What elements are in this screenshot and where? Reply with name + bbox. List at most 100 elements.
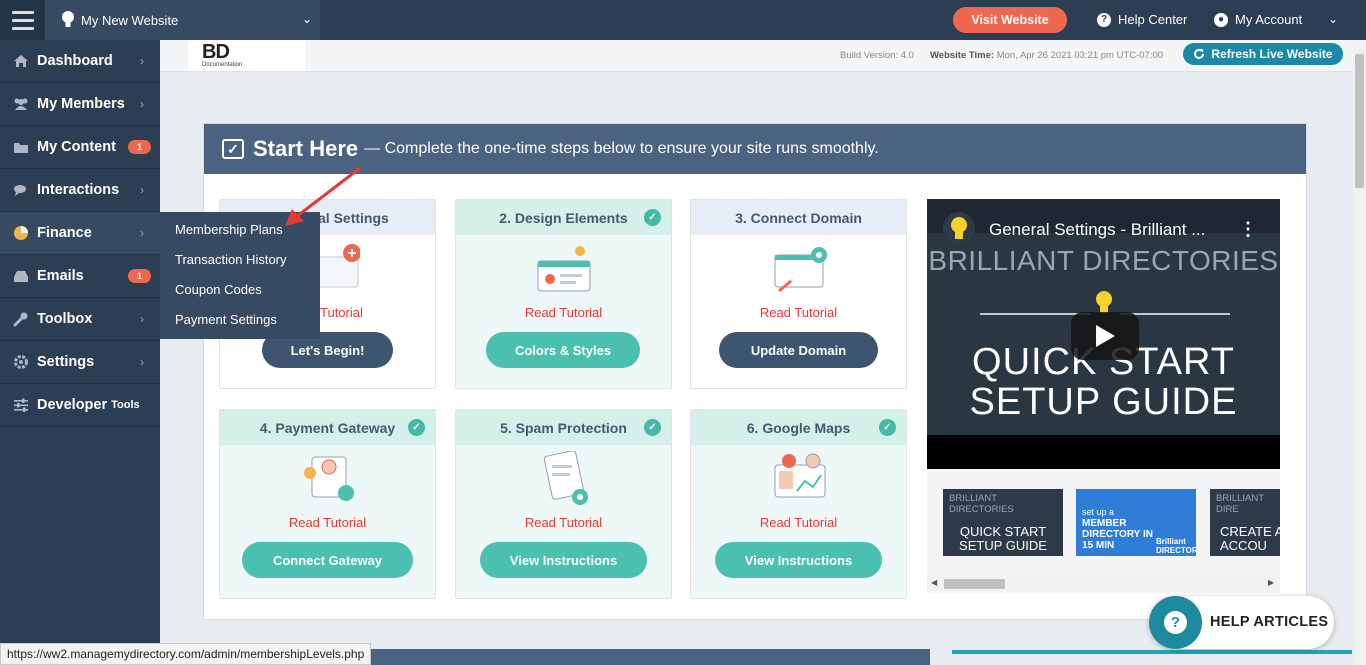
card-header: 5. Spam Protection ✓ — [456, 410, 671, 445]
submenu-item-transaction-history[interactable]: Transaction History — [160, 250, 320, 280]
play-button[interactable] — [1071, 312, 1139, 360]
sidebar-item-toolbox[interactable]: Toolbox › — [0, 298, 160, 341]
chevron-down-icon[interactable]: ⌄ — [1328, 12, 1338, 26]
sidebar-item-label: Toolbox — [37, 311, 93, 327]
user-circle-icon: ● — [1214, 12, 1228, 27]
sidebar-item-dashboard[interactable]: Dashboard › — [0, 40, 160, 83]
sidebar: Dashboard › My Members › My Content 1 In… — [0, 40, 160, 665]
setup-card-google-maps: 6. Google Maps ✓ Read Tutorial View Inst… — [690, 409, 907, 599]
video-headline: SETUP GUIDE — [969, 381, 1238, 423]
lightbulb-icon — [62, 11, 74, 27]
read-tutorial-link[interactable]: Read Tutorial — [456, 515, 671, 530]
sidebar-item-finance[interactable]: Finance › — [0, 212, 160, 255]
chevron-down-icon: ⌄ — [301, 12, 312, 26]
submenu-item-payment-settings[interactable]: Payment Settings — [160, 310, 320, 340]
sidebar-item-my-members[interactable]: My Members › — [0, 83, 160, 126]
setup-card-design-elements: 2. Design Elements ✓ Read Tutorial Color… — [455, 199, 672, 389]
next-section-accent — [952, 650, 1352, 654]
connect-gateway-button[interactable]: Connect Gateway — [242, 542, 413, 578]
sidebar-item-emails[interactable]: Emails 1 — [0, 255, 160, 298]
sidebar-item-settings[interactable]: Settings › — [0, 341, 160, 384]
scroll-left-icon[interactable]: ◀ — [931, 578, 937, 587]
refresh-icon — [1194, 48, 1205, 59]
view-instructions-button[interactable]: View Instructions — [480, 542, 647, 578]
submenu-item-membership-plans[interactable]: Membership Plans — [160, 220, 320, 250]
play-icon — [1096, 325, 1115, 347]
scrollbar-thumb[interactable] — [1355, 54, 1364, 188]
my-account-label: My Account — [1235, 12, 1303, 27]
card-body: Read Tutorial View Instructions — [691, 445, 906, 598]
card-title: 2. Design Elements — [499, 209, 628, 226]
sidebar-item-label: Interactions — [37, 182, 120, 198]
video-player[interactable]: General Settings - Brilliant ... ⋮ BRILL… — [927, 199, 1280, 469]
finance-submenu: Membership Plans Transaction History Cou… — [160, 212, 320, 339]
panel-description: — Complete the one-time steps below to e… — [364, 140, 879, 157]
card-body: Read Tutorial Connect Gateway — [220, 445, 435, 598]
hamburger-menu-icon[interactable] — [0, 0, 45, 40]
refresh-live-website-button[interactable]: Refresh Live Website — [1183, 43, 1343, 65]
read-tutorial-link[interactable]: Read Tutorial — [691, 515, 906, 530]
sidebar-item-interactions[interactable]: Interactions › — [0, 169, 160, 212]
sidebar-item-label: My Content — [37, 139, 116, 155]
help-articles-button[interactable]: ? HELP ARTICLES — [1149, 596, 1334, 649]
playlist-thumbnail[interactable]: BRILLIANT DIRECTORIES QUICK START SETUP … — [943, 489, 1063, 556]
update-domain-button[interactable]: Update Domain — [719, 332, 878, 368]
playlist-thumbnail[interactable]: set up a MEMBER DIRECTORY IN 15 MIN Bril… — [1076, 489, 1196, 556]
sidebar-item-developer-tools[interactable]: Developer Tools — [0, 384, 160, 427]
colors-styles-button[interactable]: Colors & Styles — [486, 332, 640, 368]
sidebar-item-label: Dashboard — [37, 53, 113, 69]
website-time-label: Website Time: — [930, 50, 995, 61]
view-instructions-button[interactable]: View Instructions — [715, 542, 882, 578]
scrollbar-thumb[interactable] — [944, 579, 1005, 589]
refresh-label: Refresh Live Website — [1211, 47, 1333, 61]
my-account-menu[interactable]: ● My Account — [1214, 12, 1302, 27]
chevron-right-icon: › — [140, 97, 144, 111]
sliders-icon — [12, 397, 30, 413]
read-tutorial-link[interactable]: Read Tutorial — [691, 305, 906, 320]
header-info-bar: BD Documentation Build Version: 4.0 Webs… — [160, 40, 1353, 72]
playlist-thumbnail[interactable]: BRILLIANT DIRE CREATE A ACCOU — [1210, 489, 1280, 556]
question-circle-icon: ? — [1097, 12, 1111, 27]
logo[interactable]: BD Documentation — [188, 40, 305, 71]
scroll-right-icon[interactable]: ▶ — [1268, 578, 1274, 587]
thumbnail-title: QUICK START SETUP GUIDE — [959, 524, 1047, 553]
pie-chart-icon — [12, 225, 30, 241]
link-status-bar: https://ww2.managemydirectory.com/admin/… — [0, 643, 372, 665]
horizontal-scrollbar[interactable]: ◀ ▶ — [927, 577, 1280, 591]
spam-protection-illustration-icon — [543, 451, 588, 505]
help-center-link[interactable]: ? Help Center — [1097, 12, 1187, 27]
chevron-right-icon: › — [140, 312, 144, 326]
users-icon — [12, 96, 30, 112]
panel-header: ✓ Start Here — Complete the one-time ste… — [204, 124, 1306, 174]
check-circle-icon: ✓ — [644, 209, 661, 226]
card-body: Read Tutorial View Instructions — [456, 445, 671, 598]
build-version: Build Version: 4.0 — [840, 50, 914, 61]
question-icon: ? — [1149, 596, 1202, 649]
wrench-icon — [12, 311, 30, 327]
video-title[interactable]: General Settings - Brilliant ... — [989, 220, 1205, 240]
inbox-icon — [12, 268, 30, 284]
sidebar-item-label: Developer — [37, 397, 108, 413]
card-title: 4. Payment Gateway — [259, 419, 396, 436]
card-header: 3. Connect Domain — [691, 200, 906, 235]
visit-website-button[interactable]: Visit Website — [953, 7, 1067, 33]
divider — [1120, 313, 1230, 315]
chevron-right-icon: › — [140, 226, 144, 240]
chevron-right-icon: › — [140, 54, 144, 68]
more-options-icon[interactable]: ⋮ — [1239, 219, 1257, 240]
thumbnail-caption: BRILLIANT DIRE — [1216, 493, 1264, 515]
read-tutorial-link[interactable]: Read Tutorial — [220, 515, 435, 530]
checkbox-icon: ✓ — [222, 139, 244, 159]
vertical-scrollbar[interactable] — [1353, 40, 1366, 665]
website-name: My New Website — [81, 12, 179, 28]
thumbnail-caption: set up a — [1082, 507, 1115, 517]
gear-icon — [12, 354, 30, 370]
submenu-item-coupon-codes[interactable]: Coupon Codes — [160, 280, 320, 310]
read-tutorial-link[interactable]: Read Tutorial — [456, 305, 671, 320]
thumbnail-caption: BRILLIANT DIRECTORIES — [949, 493, 1014, 515]
map-illustration-icon — [774, 453, 826, 498]
design-illustration-icon — [537, 246, 591, 292]
sidebar-item-my-content[interactable]: My Content 1 — [0, 126, 160, 169]
domain-illustration-icon — [774, 247, 827, 293]
website-selector[interactable]: My New Website ⌄ — [45, 0, 320, 40]
